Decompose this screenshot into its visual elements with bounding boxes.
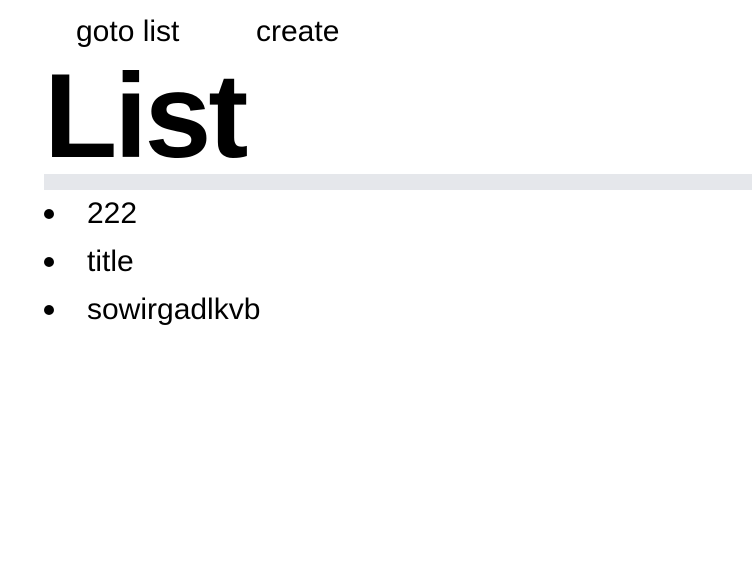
list-item[interactable]: title [0,238,752,286]
list-item[interactable]: sowirgadlkvb [0,286,752,334]
top-nav: goto list create [0,14,752,50]
create-link[interactable]: create [256,14,339,50]
bullet-icon [44,209,54,219]
list-item-label: sowirgadlkvb [87,293,261,326]
divider [44,174,752,190]
page-title: List [44,49,248,183]
list-item-label: 222 [87,197,138,230]
goto-list-link[interactable]: goto list [76,14,179,50]
bullet-icon [44,305,54,315]
bullet-icon [44,257,54,267]
list-item[interactable]: 222 [0,190,752,238]
page: goto list create List 222 title sowirgad… [0,0,752,568]
list-item-label: title [87,245,134,278]
item-list: 222 title sowirgadlkvb [0,190,752,334]
